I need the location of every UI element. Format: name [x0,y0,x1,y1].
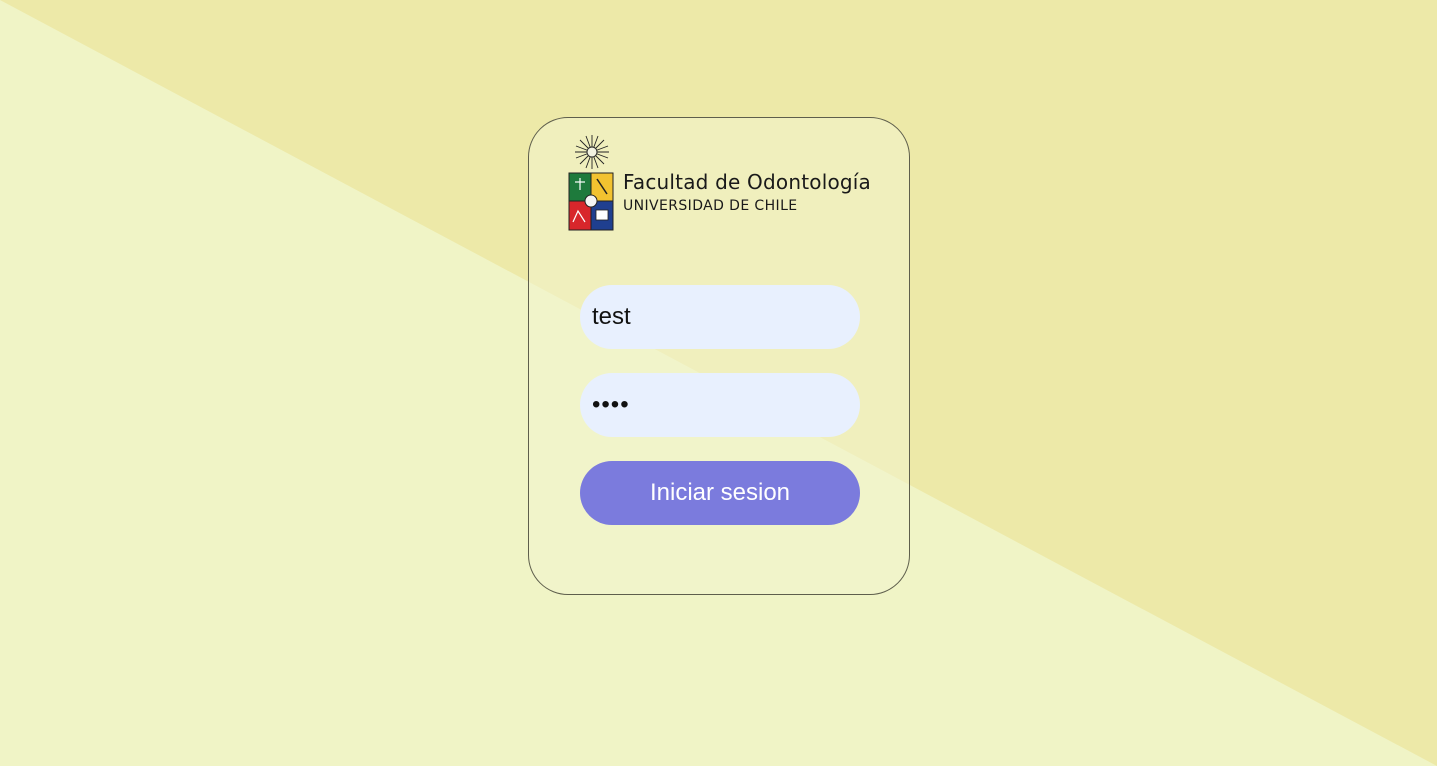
faculty-title: Facultad de Odontología [623,170,871,194]
login-button[interactable]: Iniciar sesion [580,461,860,525]
faculty-logo: Facultad de Odontología UNIVERSIDAD DE C… [567,134,887,234]
login-card: Facultad de Odontología UNIVERSIDAD DE C… [528,117,910,595]
logo-text: Facultad de Odontología UNIVERSIDAD DE C… [623,170,871,216]
university-crest-icon [568,135,614,231]
username-input[interactable] [580,285,860,349]
password-input[interactable] [580,373,860,437]
university-subtitle: UNIVERSIDAD DE CHILE [623,198,798,214]
